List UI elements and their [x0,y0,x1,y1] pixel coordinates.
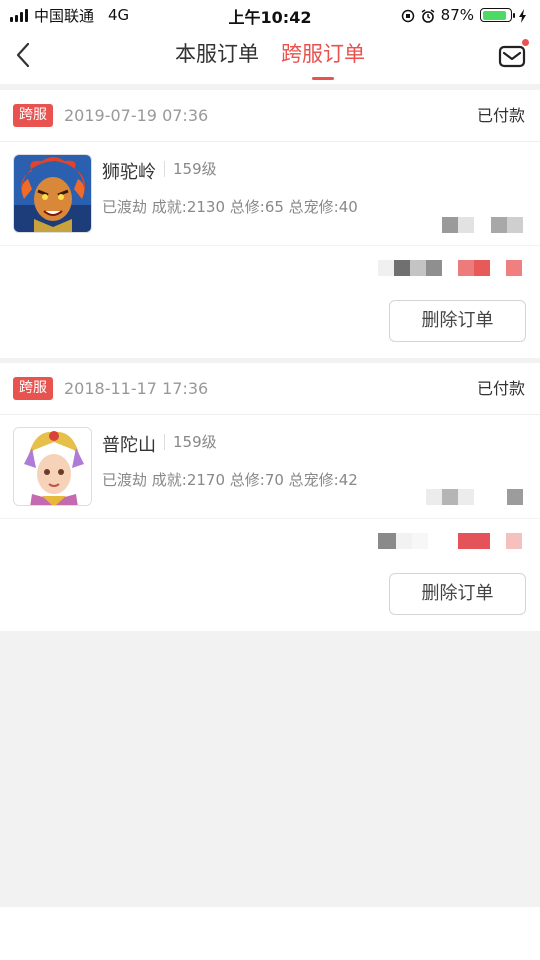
character-level: 159级 [164,434,217,450]
order-datetime: 2019-07-19 07:36 [64,106,209,125]
order-card: 跨服 2019-07-19 07:36 已付款 狮驼岭 159级 已渡劫 成就:… [0,90,540,358]
masked-info [507,489,523,505]
order-footer: 删除订单 [0,519,540,631]
masked-price [458,260,490,276]
character-stats: 已渡劫 成就:2170 总修:70 总宠修:42 [102,471,358,489]
delete-order-button[interactable]: 删除订单 [389,573,526,615]
order-item[interactable]: 狮驼岭 159级 已渡劫 成就:2130 总修:65 总宠修:40 [0,142,540,246]
character-level: 159级 [164,161,217,177]
order-card: 跨服 2018-11-17 17:36 已付款 普陀山 159级 已渡劫 成就:… [0,363,540,631]
delete-order-button[interactable]: 删除订单 [389,300,526,342]
masked-price [378,533,428,549]
tab-cross-server-orders[interactable]: 跨服订单 [281,30,365,84]
masked-price [506,533,522,549]
masked-info [491,217,523,233]
cross-server-tag: 跨服 [13,104,53,127]
character-school: 狮驼岭 [102,162,156,183]
order-item[interactable]: 普陀山 159级 已渡劫 成就:2170 总修:70 总宠修:42 [0,415,540,519]
battery-fill [482,10,506,20]
message-button[interactable] [498,39,529,70]
character-avatar [13,154,92,233]
tab-local-orders[interactable]: 本服订单 [175,30,259,84]
nav-header: 本服订单 跨服订单 [0,30,540,84]
masked-info [442,217,474,233]
orientation-lock-icon [401,8,415,23]
order-footer: 删除订单 [0,246,540,358]
envelope-icon [498,45,526,68]
masked-price [506,260,522,276]
status-right: 87% [401,4,528,26]
unread-dot [522,39,529,46]
order-tabs: 本服订单 跨服订单 [0,30,540,84]
order-datetime: 2018-11-17 17:36 [64,379,209,398]
character-school: 普陀山 [102,435,156,456]
order-status: 已付款 [476,379,525,398]
charging-icon [518,8,528,23]
chevron-left-icon [16,42,30,68]
order-status: 已付款 [476,106,525,125]
alarm-icon [421,8,435,23]
order-header: 跨服 2018-11-17 17:36 已付款 [0,363,540,415]
character-avatar [13,427,92,506]
battery-icon [480,8,515,22]
cross-server-tag: 跨服 [13,377,53,400]
masked-info [426,489,474,505]
masked-price [458,533,490,549]
masked-price [378,260,442,276]
back-button[interactable] [8,40,38,70]
order-header: 跨服 2019-07-19 07:36 已付款 [0,90,540,142]
battery-percent: 87% [440,6,474,24]
bottom-bar [0,907,540,960]
status-bar: 中国联通 4G 上午10:42 87% [0,0,540,30]
character-stats: 已渡劫 成就:2130 总修:65 总宠修:40 [102,198,358,216]
